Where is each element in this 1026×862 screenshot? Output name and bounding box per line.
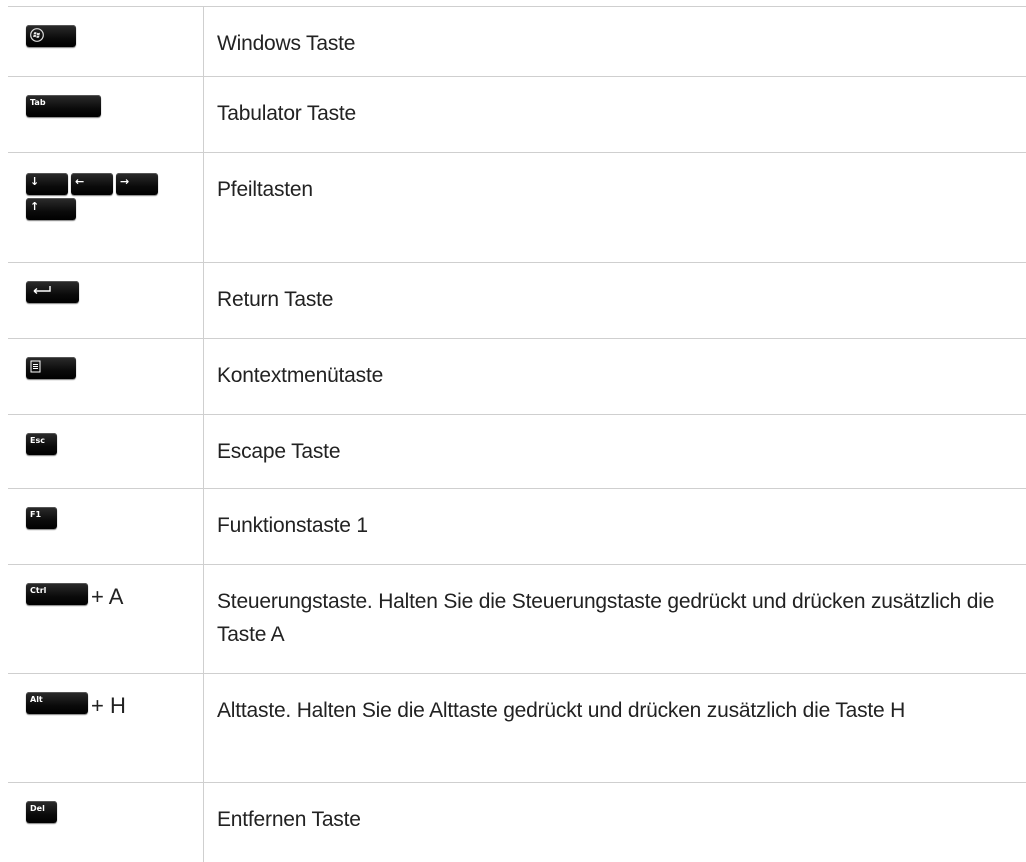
escape-key: Esc: [26, 433, 57, 455]
key-description: Steuerungstaste. Halten Sie die Steuerun…: [217, 590, 995, 646]
table-row: Kontextmenütaste: [8, 338, 1026, 414]
table-row: Tab Tabulator Taste: [8, 76, 1026, 152]
key-cell: ↓ ← → ↑: [8, 153, 204, 262]
key-cell: [8, 7, 204, 76]
key-description: Pfeiltasten: [217, 178, 313, 201]
key-cell: Tab: [8, 77, 204, 152]
context-menu-icon: [30, 360, 41, 373]
table-row: F1 Funktionstaste 1: [8, 488, 1026, 564]
windows-key: [26, 25, 76, 47]
delete-key: Del: [26, 801, 57, 823]
key-description: Tabulator Taste: [217, 102, 357, 125]
table-row: Windows Taste: [8, 6, 1026, 76]
arrow-keys: ↓ ← → ↑: [26, 173, 176, 220]
key-cell: Esc: [8, 415, 204, 488]
key-cell: Del: [8, 783, 204, 862]
table-row: Alt + H Alttaste. Halten Sie die Alttaste…: [8, 673, 1026, 782]
windows-logo-icon: [30, 28, 44, 42]
key-description: Escape Taste: [217, 440, 341, 463]
tab-key: Tab: [26, 95, 101, 117]
context-menu-key: [26, 357, 76, 379]
combo-plus-a: + A: [91, 584, 124, 609]
key-description: Windows Taste: [217, 32, 356, 55]
alt-key: Alt: [26, 692, 88, 714]
arrow-right-key: →: [116, 173, 158, 195]
table-row: Return Taste: [8, 262, 1026, 338]
key-cell: F1: [8, 489, 204, 564]
key-description: Entfernen Taste: [217, 808, 361, 831]
key-cell: [8, 263, 204, 338]
table-row: ↓ ← → ↑ Pfeiltasten: [8, 152, 1026, 262]
key-description: Return Taste: [217, 288, 334, 311]
arrow-up-key: ↑: [26, 198, 76, 220]
arrow-down-key: ↓: [26, 173, 68, 195]
arrow-left-key: ←: [71, 173, 113, 195]
table-row: Del Entfernen Taste: [8, 782, 1026, 862]
key-cell: [8, 339, 204, 414]
key-description: Kontextmenütaste: [217, 364, 384, 387]
combo-plus-h: + H: [91, 693, 126, 718]
key-description: Alttaste. Halten Sie die Alttaste gedrüc…: [217, 699, 906, 722]
key-description: Funktionstaste 1: [217, 514, 368, 537]
table-row: Esc Escape Taste: [8, 414, 1026, 488]
return-key: [26, 281, 79, 303]
key-cell: Alt + H: [8, 674, 204, 782]
table-row: Ctrl + A Steuerungstaste. Halten Sie die …: [8, 564, 1026, 673]
f1-key: F1: [26, 507, 57, 529]
keyboard-shortcut-table: Windows Taste Tab Tabulator Taste ↓ ← → …: [8, 6, 1026, 862]
key-cell: Ctrl + A: [8, 565, 204, 673]
ctrl-key: Ctrl: [26, 583, 88, 605]
return-arrow-icon: [33, 286, 51, 295]
